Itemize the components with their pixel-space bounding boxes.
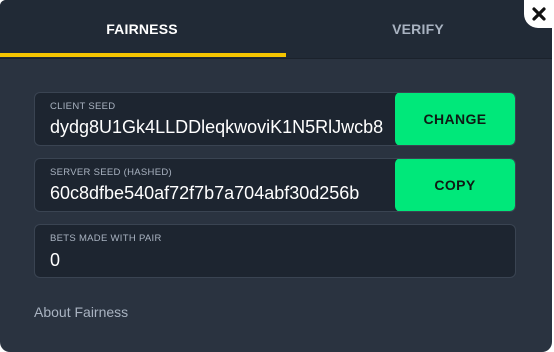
change-button[interactable]: CHANGE: [395, 93, 515, 145]
bets-made-field: BETS MADE WITH PAIR 0: [34, 224, 516, 278]
server-seed-value: 60c8dfbe540af72f7b7a704abf30d256b: [50, 183, 360, 203]
tab-fairness[interactable]: FAIRNESS: [0, 0, 284, 58]
tab-verify[interactable]: VERIFY: [276, 0, 552, 58]
bets-made-label: BETS MADE WITH PAIR: [50, 233, 162, 244]
copy-button[interactable]: COPY: [395, 159, 515, 211]
active-tab-indicator: [0, 53, 286, 57]
server-seed-field: SERVER SEED (HASHED) 60c8dfbe540af72f7b7…: [34, 158, 516, 212]
client-seed-value[interactable]: dydg8U1Gk4LLDDleqkwoviK1N5RlJwcb8: [50, 117, 390, 138]
close-button[interactable]: [524, 0, 554, 28]
client-seed-field: CLIENT SEED dydg8U1Gk4LLDDleqkwoviK1N5Rl…: [34, 92, 516, 146]
client-seed-label: CLIENT SEED: [50, 101, 116, 112]
server-seed-label: SERVER SEED (HASHED): [50, 167, 172, 178]
close-x-icon: [529, 4, 549, 24]
bets-made-value: 0: [50, 250, 61, 270]
about-fairness-link[interactable]: About Fairness: [34, 304, 128, 320]
tab-bar: FAIRNESS VERIFY: [0, 0, 552, 59]
fairness-modal: FAIRNESS VERIFY CLIENT SEED dydg8U1Gk4LL…: [0, 0, 552, 352]
